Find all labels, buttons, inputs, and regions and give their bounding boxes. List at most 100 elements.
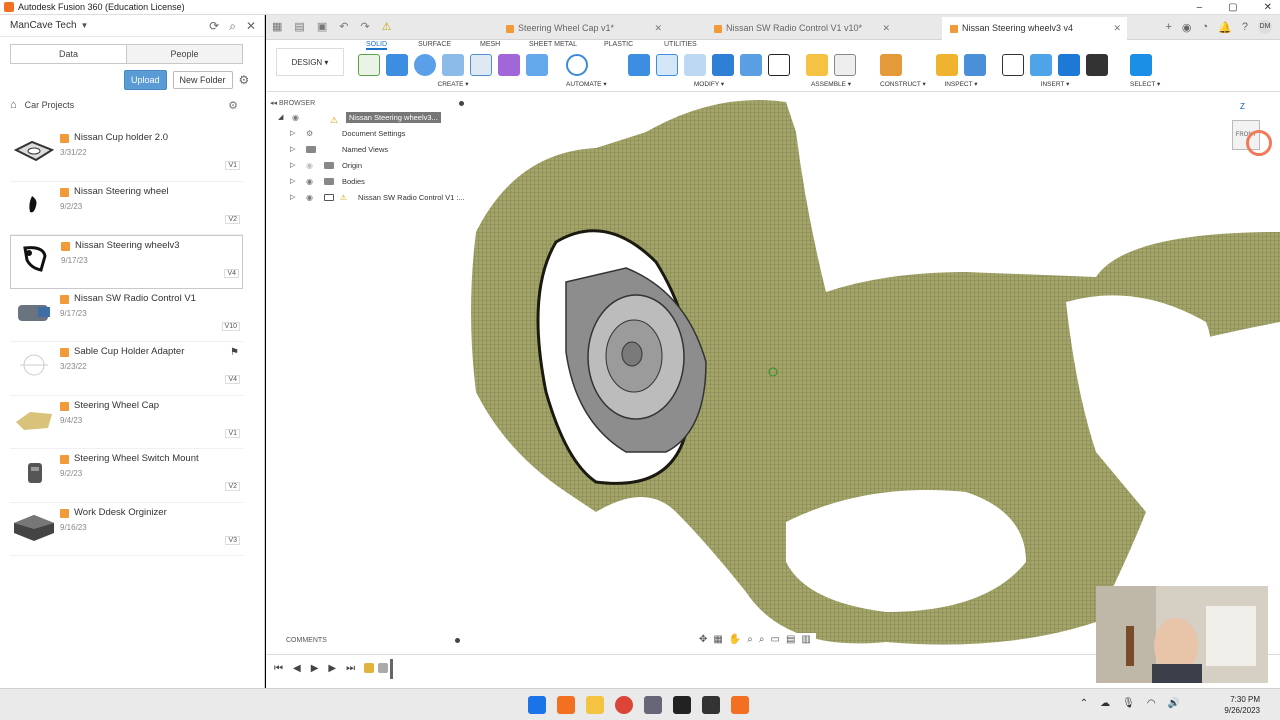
list-item[interactable]: Steering Wheel Switch Mount 9/2/23 V2 [10,449,243,503]
microphone-icon[interactable]: 🎙 [1122,698,1135,709]
extrude-icon[interactable] [386,54,408,76]
chrome-icon[interactable] [615,696,633,714]
timeline-feature-icon[interactable] [378,663,388,673]
automate-group[interactable]: AUTOMATE ▾ [566,54,607,90]
tab-solid[interactable]: SOLID [366,41,388,50]
comments-bar[interactable]: COMMENTS [266,633,466,648]
tab-plastic[interactable]: PLASTIC [604,41,633,48]
hole-icon[interactable] [442,54,464,76]
search-icon[interactable]: ⌕ [229,19,236,34]
tab-people[interactable]: People [127,45,242,63]
view-cube[interactable]: Z FRONT [1222,102,1272,158]
modify-label[interactable]: MODIFY ▾ [628,80,790,88]
insert-derive-icon[interactable] [1002,54,1024,76]
expand-icon[interactable]: ▷ [290,158,295,174]
construct-group[interactable]: CONSTRUCT ▾ [880,54,926,90]
revolve-icon[interactable] [414,54,436,76]
minimize-icon[interactable]: – [1197,0,1203,15]
breadcrumb-folder[interactable]: Car Projects [25,100,75,110]
workspace-switcher[interactable]: DESIGN ▾ [276,48,344,76]
step-forward-icon[interactable]: ▶ [328,663,336,674]
tab-surface[interactable]: SURFACE [418,41,451,48]
chevron-down-icon[interactable]: ▼ [81,21,89,30]
new-tab-icon[interactable]: + [1165,21,1171,33]
browser-item-document-settings[interactable]: ▷ ⚙ Document Settings [270,126,466,142]
network-icon[interactable]: ◠ [1147,698,1156,709]
look-at-icon[interactable]: ▦ [713,634,722,648]
version-badge[interactable]: V2 [225,482,240,491]
automate-label[interactable]: AUTOMATE ▾ [566,80,607,88]
version-badge[interactable]: V4 [225,375,240,384]
redo-icon[interactable]: ↷ [360,20,369,33]
list-item[interactable]: Nissan Cup holder 2.0 3/31/22 V1 [10,128,243,182]
upload-button[interactable]: Upload [124,70,167,90]
analysis-icon[interactable] [964,54,986,76]
pattern-icon[interactable] [470,54,492,76]
offset-plane-icon[interactable] [880,54,902,76]
tab-data[interactable]: Data [11,45,127,63]
list-item[interactable]: Nissan Steering wheel 9/2/23 V2 [10,182,243,235]
timeline-marker[interactable] [390,659,393,679]
close-tab-icon[interactable]: ✕ [1113,17,1121,40]
browser-root[interactable]: ◢ ◉ ⚠ Nissan Steering wheelv3... [270,110,466,126]
select-label[interactable]: SELECT ▾ [1130,80,1160,88]
construct-label[interactable]: CONSTRUCT ▾ [880,80,926,88]
folder-settings-icon[interactable]: ⚙ [228,99,238,112]
help-icon[interactable]: ? [1242,21,1248,33]
tab-mesh[interactable]: MESH [480,41,500,48]
fillet-icon[interactable] [656,54,678,76]
move-icon[interactable] [768,54,790,76]
automate-icon[interactable] [566,54,588,76]
create-label[interactable]: CREATE ▾ [358,80,548,88]
zoom-icon[interactable]: ⌕ [747,634,753,648]
insert-mesh-icon[interactable] [1058,54,1080,76]
tab-steering-wheel-cap[interactable]: Steering Wheel Cap v1* ✕ [498,17,668,40]
dxf-icon[interactable] [1086,54,1108,76]
new-component-icon[interactable] [806,54,828,76]
browser-item-radio-control[interactable]: ▷ ◉ ⚠ Nissan SW Radio Control V1 :... [270,190,466,206]
cloud-icon[interactable]: ☁ [1100,698,1110,709]
assemble-label[interactable]: ASSEMBLE ▾ [806,80,856,88]
grid-menu-icon[interactable]: ▦ [272,20,282,33]
derive-icon[interactable] [526,54,548,76]
list-item[interactable]: Steering Wheel Cap 9/4/23 V1 [10,396,243,449]
canvas-icon[interactable] [1030,54,1052,76]
file-menu-icon[interactable]: ▤ [294,20,304,33]
version-badge[interactable]: V1 [225,428,240,438]
modify-group[interactable]: MODIFY ▾ [628,54,790,90]
version-badge[interactable]: V10 [221,321,240,331]
refresh-icon[interactable]: ⟳ [209,19,219,34]
go-to-start-icon[interactable]: ⏮ [274,663,283,674]
version-badge[interactable]: V1 [225,161,240,170]
close-icon[interactable]: ✕ [1264,0,1272,15]
save-icon[interactable]: ▣ [317,20,327,33]
list-item[interactable]: Sable Cup Holder Adapter 3/23/22 ⚑ V4 [10,342,243,396]
eye-icon[interactable]: ◉ [292,110,299,126]
volume-icon[interactable]: 🔊 [1168,698,1180,709]
browser-item-origin[interactable]: ▷ ◉ Origin [270,158,466,174]
split-icon[interactable] [740,54,762,76]
orbit-ring-icon[interactable] [1246,130,1272,156]
job-status-icon[interactable]: ◔ [1202,21,1209,33]
tab-steering-wheel-v3[interactable]: Nissan Steering wheelv3 v4 ✕ [942,17,1127,40]
version-badge[interactable]: V2 [225,214,240,224]
undo-icon[interactable]: ↶ [339,20,348,33]
file-explorer-icon[interactable] [586,696,604,714]
clock[interactable]: 7:30 PM 9/26/2023 [1224,694,1260,716]
collapse-icon[interactable]: ◢ [278,110,283,126]
3d-viewport[interactable]: ◂◂ BROWSER ◢ ◉ ⚠ Nissan Steering wheelv3… [266,92,1280,654]
orbit-icon[interactable]: ✥ [699,634,707,648]
fusion-active-icon[interactable] [731,696,749,714]
extensions-icon[interactable]: ◉ [1182,21,1192,34]
browser-item-bodies[interactable]: ▷ ◉ Bodies [270,174,466,190]
shell-icon[interactable] [684,54,706,76]
select-icon[interactable] [1130,54,1152,76]
gear-icon[interactable]: ⚙ [239,73,250,87]
pin-icon[interactable] [459,101,464,106]
close-tab-icon[interactable]: ✕ [882,17,890,40]
assemble-group[interactable]: ASSEMBLE ▾ [806,54,856,90]
start-icon[interactable] [528,696,546,714]
tab-utilities[interactable]: UTILITIES [664,41,697,48]
inspect-label[interactable]: INSPECT ▾ [936,80,986,88]
browser-header[interactable]: ◂◂ BROWSER [270,98,466,110]
